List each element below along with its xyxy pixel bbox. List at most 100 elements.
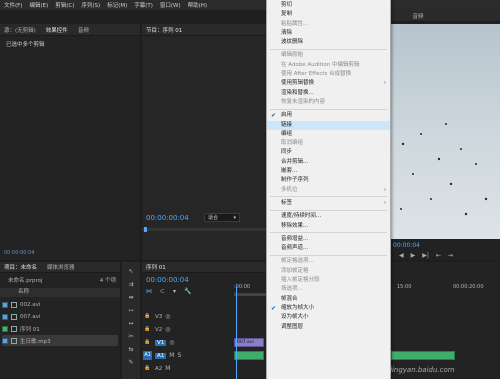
menu-separator [270, 108, 387, 110]
menu-item[interactable]: 序列(S) [81, 1, 100, 9]
extract-icon[interactable]: ⇥ [448, 252, 453, 259]
track-label: A1 [155, 352, 167, 359]
ruler-bar[interactable] [234, 293, 266, 296]
label-color-swatch [2, 337, 8, 344]
context-menu-item[interactable]: ✔ 缩放为帧大小 [267, 304, 390, 313]
context-menu-item[interactable]: 剪切 [267, 1, 390, 10]
track-lock-icon[interactable]: 🔒 [143, 364, 152, 373]
linked-selection-icon[interactable]: ⊂ [160, 288, 165, 295]
step-forward-icon[interactable]: ▶| [422, 252, 429, 259]
context-menu-item: 多机位 › [267, 186, 390, 195]
step-back-icon[interactable]: ◀ [399, 252, 404, 259]
menu-item[interactable]: 文件(F) [4, 1, 22, 9]
timeline-toolbar: ⋈ ⊂ ▾ 🔧 [146, 288, 192, 295]
menu-bar: 文件(F) 编辑(E) 剪辑(C) 序列(S) 标记(M) 字幕(T) 窗口(W) 帮助(H) [0, 0, 500, 10]
list-item[interactable]: 序列 01 [2, 323, 118, 334]
tab-program[interactable]: 节目：序列 01 [146, 26, 182, 34]
menu-item[interactable]: 编辑(E) [29, 1, 48, 9]
eye-icon[interactable]: ◎ [165, 326, 170, 333]
ripple-edit-icon[interactable]: ⇹ [128, 294, 133, 301]
context-menu-item[interactable]: 清除 [267, 29, 390, 38]
context-menu-item[interactable]: 移除效果... [267, 222, 390, 231]
program-scrub-bar[interactable] [142, 228, 266, 231]
context-menu-item[interactable]: 速度/持续时间... [267, 212, 390, 221]
track-select-icon[interactable]: ⇉ [128, 281, 133, 288]
razor-icon[interactable]: ✂ [128, 333, 133, 340]
timeline-right-area: 15:00 00:00:20:00 [391, 262, 500, 379]
program-tabs: 节目：序列 01 [142, 24, 266, 36]
menu-item[interactable]: 字幕(T) [134, 1, 153, 9]
lift-icon[interactable]: ⇤ [436, 252, 441, 259]
context-menu-item[interactable]: 嵌套... [267, 167, 390, 176]
selection-tool-icon[interactable]: ↖ [128, 268, 133, 275]
list-item[interactable]: 002.avi [2, 299, 118, 310]
context-menu-item[interactable]: 调整图层 [267, 323, 390, 332]
context-menu-item[interactable]: 链接 [267, 120, 390, 130]
menu-item[interactable]: 剪辑(C) [55, 1, 74, 9]
fit-dropdown[interactable]: 适合 ▾ [204, 213, 240, 222]
context-menu-item[interactable]: 音频声道... [267, 244, 390, 253]
context-menu-label: 场选项... [281, 286, 303, 293]
project-tabs: 项目：未命名 媒体浏览器 [0, 262, 120, 273]
context-menu-item[interactable]: 编组 [267, 130, 390, 139]
checkmark-icon: ✔ [271, 304, 277, 312]
preview-area: 音频 00:00:04 ◀ ▶ ▶| ⇤ ⇥ [391, 10, 500, 260]
context-menu-item[interactable]: 使用剪辑替换 › [267, 79, 390, 88]
menu-item[interactable]: 标记(M) [107, 1, 127, 9]
context-menu-item[interactable]: 同步 [267, 148, 390, 157]
tab-audio[interactable]: 音频 [78, 26, 89, 34]
marker-icon[interactable]: ▾ [173, 288, 176, 295]
tab-source[interactable]: 源：(无剪辑) [4, 26, 36, 34]
tab-project[interactable]: 项目：未命名 [4, 263, 37, 271]
context-menu-item[interactable]: 渲染和替换... [267, 89, 390, 98]
snap-icon[interactable]: ⋈ [146, 288, 152, 295]
context-menu-label: 恢复未渲染的内容 [281, 98, 326, 105]
column-name[interactable]: 名称 [18, 289, 29, 295]
solo-icon[interactable]: S [177, 352, 181, 359]
mute-icon[interactable]: M [165, 365, 170, 372]
video-clip[interactable]: 007.avi [234, 338, 264, 347]
context-menu-item[interactable]: 复制 [267, 10, 390, 19]
track-lock-icon[interactable]: 🔒 [143, 325, 152, 334]
track-lock-icon[interactable]: 🔒 [143, 338, 152, 347]
list-item[interactable]: 007.avi [2, 311, 118, 322]
context-menu-item[interactable]: 音频增益... [267, 235, 390, 244]
effect-controls-tabs: 源：(无剪辑) 效果控件 音频 [0, 24, 140, 36]
tab-effect-controls[interactable]: 效果控件 [46, 26, 68, 34]
context-menu-item[interactable]: ✔ 启用 [267, 111, 390, 120]
list-item[interactable]: 生日歌.mp3 [2, 335, 118, 346]
settings-icon[interactable]: 🔧 [184, 288, 191, 295]
context-menu-label: 使用剪辑替换 [281, 80, 315, 87]
rolling-edit-icon[interactable]: ⇿ [128, 307, 133, 314]
rate-stretch-icon[interactable]: ↔ [128, 320, 133, 327]
playhead-marker-icon[interactable] [144, 227, 147, 232]
menu-separator [270, 254, 387, 256]
eye-icon[interactable]: ◎ [169, 339, 174, 346]
fit-dropdown-value: 适合 [208, 215, 219, 221]
pen-icon[interactable]: ✎ [128, 359, 133, 366]
tab-media-browser[interactable]: 媒体浏览器 [47, 263, 75, 271]
context-menu-item[interactable]: 帧混合 [267, 295, 390, 304]
menu-item[interactable]: 帮助(H) [188, 1, 207, 9]
source-patch-a1[interactable]: A1 [143, 351, 152, 360]
context-menu-item[interactable]: 标签 › [267, 199, 390, 208]
track-lock-icon[interactable]: 🔒 [143, 312, 152, 321]
play-icon[interactable]: ▶ [411, 252, 416, 259]
playhead-line[interactable] [236, 286, 237, 379]
context-menu-item: 在 Adobe Audition 中编辑剪辑 [267, 61, 390, 70]
tab-audio-right[interactable]: 音频 [412, 12, 423, 20]
slip-icon[interactable]: ⇆ [128, 346, 133, 353]
context-menu-item[interactable]: 波纹删除 [267, 38, 390, 47]
mute-icon[interactable]: M [169, 352, 174, 359]
audio-clip-extension[interactable] [391, 351, 455, 360]
context-menu-item[interactable]: 合并剪辑... [267, 158, 390, 167]
context-menu-item[interactable]: 设为帧大小 [267, 313, 390, 322]
context-menu-label: 添加帧定格 [281, 267, 309, 274]
menu-item[interactable]: 窗口(W) [160, 1, 181, 9]
eye-icon[interactable]: ◎ [165, 313, 170, 320]
label-color-swatch [2, 313, 8, 320]
audio-clip[interactable] [234, 351, 264, 360]
context-menu-item[interactable]: 制作子序列 [267, 176, 390, 185]
tab-sequence[interactable]: 序列 01 [146, 263, 166, 271]
list-item-name: 002.avi [20, 301, 41, 308]
